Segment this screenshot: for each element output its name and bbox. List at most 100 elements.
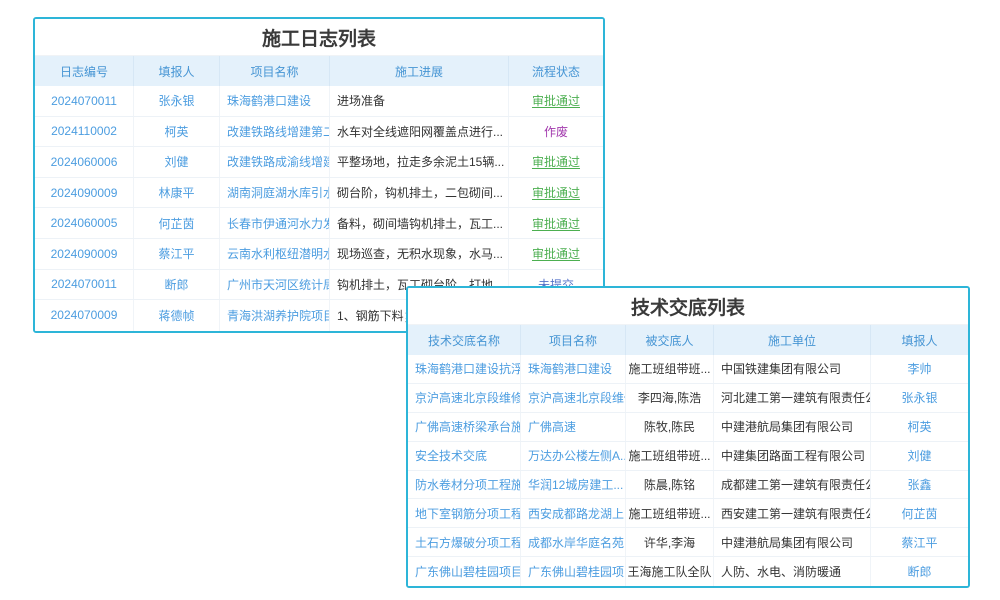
table-row: 安全技术交底万达办公楼左侧A...施工班组带班...中建集团路面工程有限公司刘健 [408,442,968,471]
table-row: 2024060006刘健改建铁路成渝线增建第二...平整场地，拉走多余泥土15辆… [35,147,603,178]
progress-text: 砌台阶，钩机排土，二包砌间... [330,178,509,208]
progress-text: 进场准备 [330,86,509,116]
unit-text: 人防、水电、消防暖通 [714,557,871,586]
col-header-log-progress: 施工进展 [330,56,509,86]
disclosure-name-link[interactable]: 防水卷材分项工程施... [408,471,521,499]
reporter-link[interactable]: 断郎 [134,270,220,300]
technical-disclosure-header-row: 技术交底名称 项目名称 被交底人 施工单位 填报人 [408,325,968,355]
receiver-text: 陈牧,陈民 [626,413,714,441]
project-link[interactable]: 广佛高速 [521,413,626,441]
unit-text: 中建港航局集团有限公司 [714,413,871,441]
log-id-link[interactable]: 2024070011 [35,270,134,300]
status-badge: 审批通过 [509,86,603,116]
table-row: 2024110002柯英改建铁路线增建第二线直...水车对全线遮阳网覆盖点进行.… [35,117,603,148]
progress-text: 水车对全线遮阳网覆盖点进行... [330,117,509,147]
receiver-text: 王海施工队全队 [626,557,714,586]
status-badge: 审批通过 [509,147,603,177]
col-header-log-reporter: 填报人 [134,56,220,86]
project-link[interactable]: 万达办公楼左侧A... [521,442,626,470]
disclosure-name-link[interactable]: 安全技术交底 [408,442,521,470]
project-link[interactable]: 长春市伊通河水力发电厂... [220,208,330,238]
unit-text: 成都建工第一建筑有限责任公司 [714,471,871,499]
construction-log-title: 施工日志列表 [35,19,603,56]
table-row: 广佛高速桥梁承台施...广佛高速陈牧,陈民中建港航局集团有限公司柯英 [408,413,968,442]
receiver-text: 许华,李海 [626,528,714,556]
table-row: 2024090009林康平湖南洞庭湖水库引水工程...砌台阶，钩机排土，二包砌间… [35,178,603,209]
disclosure-name-link[interactable]: 地下室钢筋分项工程... [408,499,521,527]
receiver-text: 施工班组带班... [626,499,714,527]
project-link[interactable]: 云南水利枢纽潜明水库一... [220,239,330,269]
project-link[interactable]: 华润12城房建工... [521,471,626,499]
table-row: 京沪高速北京段维修...京沪高速北京段维修李四海,陈浩河北建工第一建筑有限责任公… [408,384,968,413]
table-row: 2024060005何芷茵长春市伊通河水力发电厂...备料，砌间墙钩机排土，瓦工… [35,208,603,239]
reporter-link[interactable]: 柯英 [871,413,968,441]
disclosure-name-link[interactable]: 珠海鹤港口建设抗浮... [408,355,521,383]
reporter-link[interactable]: 张永银 [134,86,220,116]
reporter-link[interactable]: 张鑫 [871,471,968,499]
project-link[interactable]: 京沪高速北京段维修 [521,384,626,412]
reporter-link[interactable]: 何芷茵 [134,208,220,238]
log-id-link[interactable]: 2024060006 [35,147,134,177]
col-header-disc-unit: 施工单位 [714,325,871,355]
project-link[interactable]: 湖南洞庭湖水库引水工程... [220,178,330,208]
project-link[interactable]: 广东佛山碧桂园项目 [521,557,626,586]
status-badge: 作废 [509,117,603,147]
reporter-link[interactable]: 刘健 [134,147,220,177]
receiver-text: 李四海,陈浩 [626,384,714,412]
disclosure-name-link[interactable]: 土石方爆破分项工程... [408,528,521,556]
project-link[interactable]: 广州市天河区统计局机房... [220,270,330,300]
log-id-link[interactable]: 2024070011 [35,86,134,116]
reporter-link[interactable]: 李帅 [871,355,968,383]
status-badge: 审批通过 [509,208,603,238]
log-id-link[interactable]: 2024110002 [35,117,134,147]
project-link[interactable]: 青海洪湖养护院项目 [220,300,330,331]
technical-disclosure-body: 珠海鹤港口建设抗浮...珠海鹤港口建设施工班组带班...中国铁建集团有限公司李帅… [408,355,968,586]
reporter-link[interactable]: 柯英 [134,117,220,147]
project-link[interactable]: 改建铁路成渝线增建第二... [220,147,330,177]
reporter-link[interactable]: 断郎 [871,557,968,586]
technical-disclosure-title: 技术交底列表 [408,288,968,325]
col-header-disc-reporter: 填报人 [871,325,968,355]
col-header-disc-project: 项目名称 [521,325,626,355]
unit-text: 中建集团路面工程有限公司 [714,442,871,470]
reporter-link[interactable]: 刘健 [871,442,968,470]
table-row: 广东佛山碧桂园项目...广东佛山碧桂园项目王海施工队全队人防、水电、消防暖通断郎 [408,557,968,586]
unit-text: 中国铁建集团有限公司 [714,355,871,383]
col-header-log-project: 项目名称 [220,56,330,86]
disclosure-name-link[interactable]: 广东佛山碧桂园项目... [408,557,521,586]
col-header-disclosure-name: 技术交底名称 [408,325,521,355]
log-id-link[interactable]: 2024090009 [35,239,134,269]
reporter-link[interactable]: 蒋德帧 [134,300,220,331]
project-link[interactable]: 成都水岸华庭名苑... [521,528,626,556]
col-header-log-status: 流程状态 [509,56,603,86]
table-row: 地下室钢筋分项工程...西安成都路龙湖上...施工班组带班...西安建工第一建筑… [408,499,968,528]
reporter-link[interactable]: 蔡江平 [871,528,968,556]
table-row: 珠海鹤港口建设抗浮...珠海鹤港口建设施工班组带班...中国铁建集团有限公司李帅 [408,355,968,384]
unit-text: 河北建工第一建筑有限责任公司 [714,384,871,412]
log-id-link[interactable]: 2024070009 [35,300,134,331]
col-header-log-id: 日志编号 [35,56,134,86]
col-header-disc-receiver: 被交底人 [626,325,714,355]
project-link[interactable]: 西安成都路龙湖上... [521,499,626,527]
progress-text: 备料，砌间墙钩机排土，瓦工... [330,208,509,238]
receiver-text: 陈晨,陈铭 [626,471,714,499]
progress-text: 现场巡查，无积水现象，水马... [330,239,509,269]
table-row: 2024090009蔡江平云南水利枢纽潜明水库一...现场巡查，无积水现象，水马… [35,239,603,270]
reporter-link[interactable]: 何芷茵 [871,499,968,527]
project-link[interactable]: 改建铁路线增建第二线直... [220,117,330,147]
receiver-text: 施工班组带班... [626,355,714,383]
reporter-link[interactable]: 张永银 [871,384,968,412]
reporter-link[interactable]: 蔡江平 [134,239,220,269]
disclosure-name-link[interactable]: 广佛高速桥梁承台施... [408,413,521,441]
reporter-link[interactable]: 林康平 [134,178,220,208]
project-link[interactable]: 珠海鹤港口建设 [220,86,330,116]
log-id-link[interactable]: 2024090009 [35,178,134,208]
disclosure-name-link[interactable]: 京沪高速北京段维修... [408,384,521,412]
receiver-text: 施工班组带班... [626,442,714,470]
log-id-link[interactable]: 2024060005 [35,208,134,238]
project-link[interactable]: 珠海鹤港口建设 [521,355,626,383]
construction-log-header-row: 日志编号 填报人 项目名称 施工进展 流程状态 [35,56,603,86]
progress-text: 平整场地，拉走多余泥土15辆... [330,147,509,177]
table-row: 防水卷材分项工程施...华润12城房建工...陈晨,陈铭成都建工第一建筑有限责任… [408,471,968,500]
technical-disclosure-panel: 技术交底列表 技术交底名称 项目名称 被交底人 施工单位 填报人 珠海鹤港口建设… [406,286,970,588]
